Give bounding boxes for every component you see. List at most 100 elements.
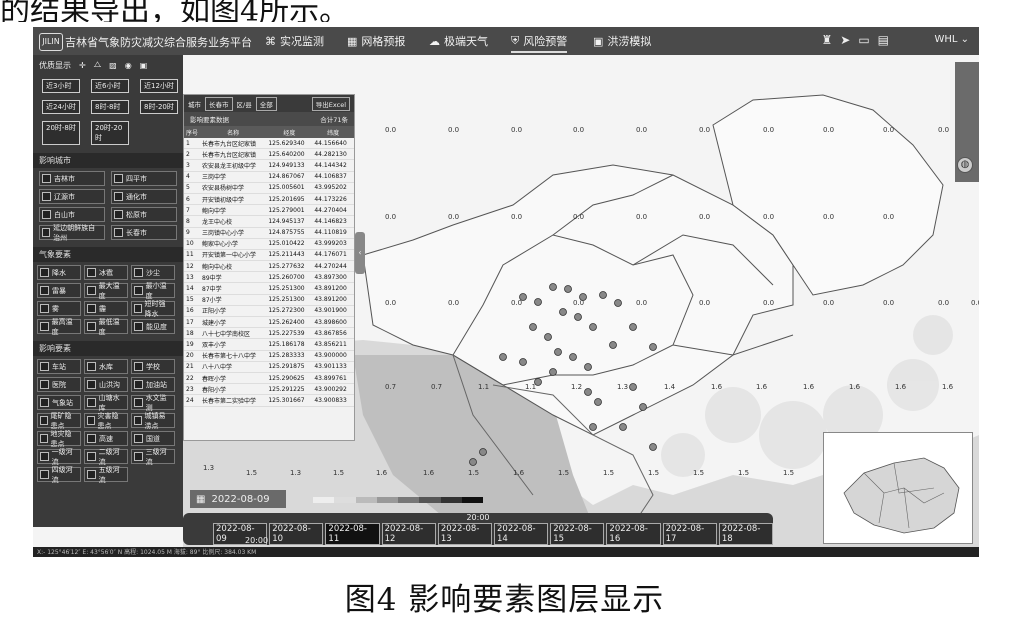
section-weather[interactable]: 气象要素	[33, 247, 183, 262]
bus-icon[interactable]: ▭	[858, 33, 869, 47]
impact-checkbox[interactable]: 车站	[37, 359, 81, 374]
table-row[interactable]: 1 长春市九台区纪家镇 125.629340 44.156640	[184, 138, 354, 150]
table-row[interactable]: 19 双丰小学 125.186178 43.856211	[184, 338, 354, 351]
table-row[interactable]: 4 三岗中学 124.867067 44.106837	[184, 171, 354, 183]
location-pin-icon[interactable]	[544, 333, 552, 341]
weather-checkbox[interactable]: 降水	[37, 265, 81, 280]
impact-checkbox[interactable]: 城镇易涝点	[131, 412, 175, 430]
impact-checkbox[interactable]: 水文监测	[131, 394, 175, 412]
city-checkbox[interactable]: 长春市	[111, 225, 177, 240]
city-checkbox[interactable]: 白山市	[39, 207, 105, 222]
city-checkbox[interactable]: 延边朝鲜族自治州	[39, 224, 105, 242]
table-row[interactable]: 11 开安镇第一中心小学 125.211443 44.176071	[184, 249, 354, 262]
location-pin-icon[interactable]	[649, 343, 657, 351]
table-row[interactable]: 14 87中学 125.251300 43.891200	[184, 282, 354, 295]
impact-checkbox[interactable]: 学校	[131, 359, 175, 374]
impact-checkbox[interactable]: 气象站	[37, 395, 81, 410]
time-button[interactable]: 近24小时	[42, 100, 80, 114]
time-button[interactable]: 20时-8时	[42, 121, 80, 145]
nav-risk-warning[interactable]: ⛨ 风险预警	[511, 33, 568, 53]
timeline-date[interactable]: 2022-08-10	[269, 523, 324, 545]
user-menu[interactable]: WHL ⌄	[934, 34, 969, 45]
location-pin-icon[interactable]	[499, 353, 507, 361]
city-checkbox[interactable]: 辽源市	[39, 189, 105, 204]
table-row[interactable]: 6 开安镇初级中学 125.201695 44.173226	[184, 193, 354, 206]
impact-checkbox[interactable]: 地灾隐患点	[37, 430, 81, 448]
table-row[interactable]: 17 城建小学 125.262400 43.898600	[184, 316, 354, 329]
location-pin-icon[interactable]	[479, 448, 487, 456]
impact-checkbox[interactable]: 三级河流	[131, 448, 175, 466]
crosshair-icon[interactable]: ✛	[79, 61, 86, 70]
location-pin-icon[interactable]	[589, 423, 597, 431]
table-row[interactable]: 8 龙王中心校 124.945137 44.146823	[184, 215, 354, 228]
location-pin-icon[interactable]	[549, 283, 557, 291]
nav-grid-forecast[interactable]: ▦ 网格预报	[347, 33, 405, 49]
time-button[interactable]: 8时-8时	[91, 100, 129, 114]
table-row[interactable]: 24 长春市第二实验中学 125.301667 43.900833	[184, 394, 354, 407]
location-pin-icon[interactable]	[594, 398, 602, 406]
weather-checkbox[interactable]: 雾	[37, 301, 81, 316]
timeline-date[interactable]: 2022-08-16	[606, 523, 661, 545]
city-select[interactable]: 长春市	[205, 96, 233, 111]
location-pin-icon[interactable]	[629, 323, 637, 331]
timeline-date[interactable]: 2022-08-15	[550, 523, 605, 545]
location-pin-icon[interactable]	[599, 291, 607, 299]
impact-checkbox[interactable]: 医院	[37, 377, 81, 392]
district-select[interactable]: 全部	[255, 96, 277, 111]
impact-checkbox[interactable]: 山塘水库	[84, 394, 128, 412]
location-pin-icon[interactable]	[529, 323, 537, 331]
table-row[interactable]: 15 87小学 125.251300 43.891200	[184, 294, 354, 306]
location-pin-icon[interactable]	[619, 423, 627, 431]
table-row[interactable]: 13 89中学 125.260700 43.897300	[184, 271, 354, 284]
table-row[interactable]: 5 农安县杨树中学 125.005601 43.995202	[184, 182, 354, 194]
location-pin-icon[interactable]	[569, 353, 577, 361]
section-impact[interactable]: 影响要素	[33, 341, 183, 356]
location-pin-icon[interactable]	[584, 363, 592, 371]
timeline-date[interactable]: 2022-08-12	[381, 523, 436, 545]
location-pin-icon[interactable]	[584, 388, 592, 396]
date-picker[interactable]: ▦ 2022-08-09	[190, 490, 286, 508]
timeline-date[interactable]: 2022-08-14	[494, 523, 549, 545]
location-pin-icon[interactable]	[574, 313, 582, 321]
weather-checkbox[interactable]: 短时强降水	[131, 300, 175, 318]
truck-icon[interactable]: ▤	[878, 33, 889, 47]
city-checkbox[interactable]: 吉林市	[39, 171, 105, 186]
weather-checkbox[interactable]: 雷暴	[37, 283, 81, 298]
location-pin-icon[interactable]	[519, 358, 527, 366]
weather-checkbox[interactable]: 能见度	[131, 319, 175, 334]
impact-checkbox[interactable]: 二级河流	[84, 448, 128, 466]
city-checkbox[interactable]: 四平市	[111, 171, 177, 186]
timeline-date[interactable]: 2022-08-18	[718, 523, 774, 545]
timeline-date[interactable]: 2022-08-17	[662, 523, 717, 545]
table-row[interactable]: 10 鲍家中心小学 125.010422 43.999203	[184, 238, 354, 250]
display-tab-label[interactable]: 优质显示	[39, 60, 71, 71]
time-button[interactable]: 近12小时	[140, 79, 178, 93]
table-row[interactable]: 21 八十八中学 125.291875 43.901133	[184, 361, 354, 373]
collapse-handle[interactable]: ‹	[355, 232, 365, 274]
location-pin-icon[interactable]	[559, 308, 567, 316]
location-pin-icon[interactable]	[549, 368, 557, 376]
weather-checkbox[interactable]: 沙尘	[131, 265, 175, 280]
impact-checkbox[interactable]: 加油站	[131, 377, 175, 392]
timeline-date[interactable]: 2022-08-11	[325, 523, 380, 545]
time-button[interactable]: 近3小时	[42, 79, 80, 93]
weather-checkbox[interactable]: 最小温度	[131, 282, 175, 300]
city-checkbox[interactable]: 松原市	[111, 207, 177, 222]
location-pin-icon[interactable]	[639, 403, 647, 411]
globe-icon[interactable]: ◍	[957, 157, 973, 173]
send-icon[interactable]: ➤	[840, 33, 850, 47]
impact-checkbox[interactable]: 国道	[131, 431, 175, 446]
timeline-bar[interactable]: 20:00 2022-08-09 2022-08-10 2022-08-11 2022…	[183, 513, 774, 545]
table-row[interactable]: 3 农安县龙王初级中学 124.949133 44.144342	[184, 159, 354, 172]
target-icon[interactable]: ◉	[125, 61, 132, 70]
timeline-date[interactable]: 2022-08-13	[437, 523, 493, 545]
case-icon[interactable]: ▣	[140, 61, 148, 70]
weather-checkbox[interactable]: 霾	[84, 301, 128, 316]
table-row[interactable]: 23 春阳小学 125.291225 43.900292	[184, 383, 354, 396]
location-pin-icon[interactable]	[614, 299, 622, 307]
city-checkbox[interactable]: 通化市	[111, 189, 177, 204]
nav-flood-simulation[interactable]: ▣ 洪涝模拟	[593, 33, 651, 49]
impact-checkbox[interactable]: 尾矿隐患点	[37, 412, 81, 430]
alarm-icon[interactable]: ♜	[821, 33, 832, 47]
location-pin-icon[interactable]	[564, 285, 572, 293]
